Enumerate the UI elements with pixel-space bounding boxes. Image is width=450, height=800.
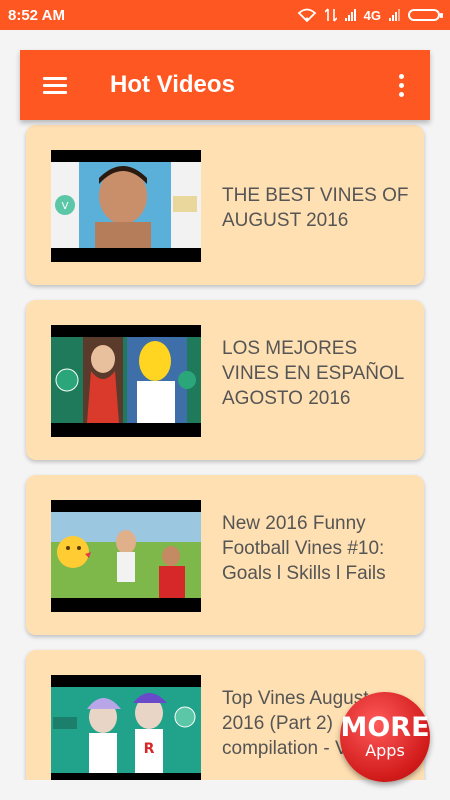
video-card[interactable]: V THE BEST VINES OF AUGUST 2016 (26, 125, 424, 285)
video-thumbnail (51, 325, 201, 437)
status-bar: 8:52 AM 4G (0, 0, 450, 30)
signal-icon-2 (389, 9, 400, 21)
thumbnail-image: R (51, 687, 201, 773)
data-transfer-icon (324, 8, 337, 22)
video-list: V THE BEST VINES OF AUGUST 2016 LOS MEJO… (0, 120, 450, 780)
bottom-strip (0, 780, 450, 800)
wifi-icon (297, 8, 316, 22)
thumbnail-image (51, 337, 201, 423)
thumbnail-image: V (51, 162, 201, 248)
more-apps-line2: Apps (365, 741, 405, 760)
network-type: 4G (363, 7, 381, 23)
battery-icon (408, 9, 443, 21)
svg-text:R: R (144, 741, 155, 757)
video-card[interactable]: LOS MEJORES VINES EN ESPAÑOL AGOSTO 2016 (26, 300, 424, 460)
thumbnail-image (51, 512, 201, 598)
more-vert-icon[interactable] (389, 72, 413, 99)
video-title: THE BEST VINES OF AUGUST 2016 (222, 185, 409, 231)
video-card[interactable]: New 2016 Funny Football Vines #10: Goals… (26, 475, 424, 635)
signal-icon (344, 9, 356, 21)
video-thumbnail (51, 500, 201, 612)
video-title: New 2016 Funny Football Vines #10: Goals… (222, 513, 386, 584)
video-thumbnail: R (51, 675, 201, 780)
page-title: Hot Videos (110, 71, 235, 98)
status-icons: 4G (297, 7, 443, 23)
video-thumbnail: V (51, 150, 201, 262)
svg-text:V: V (62, 201, 69, 212)
more-apps-line1: MORE (340, 712, 430, 743)
status-time: 8:52 AM (8, 6, 65, 24)
app-toolbar: Hot Videos (20, 50, 430, 120)
hamburger-menu-icon[interactable] (43, 73, 67, 98)
more-apps-button[interactable]: MORE Apps (340, 692, 430, 782)
video-title: LOS MEJORES VINES EN ESPAÑOL AGOSTO 2016 (222, 338, 404, 409)
